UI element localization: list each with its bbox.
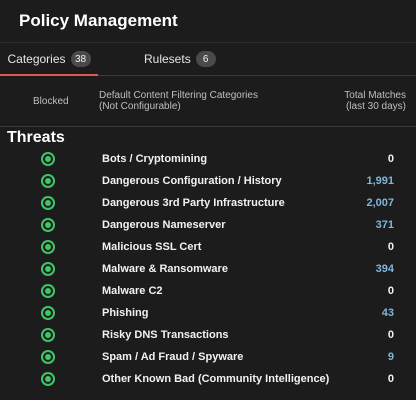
table-row: Other Known Bad (Community Intelligence)… xyxy=(0,368,416,390)
tab-rulesets-count-badge: 6 xyxy=(195,51,216,67)
blocked-status-icon xyxy=(41,328,55,342)
page-title: Policy Management xyxy=(0,0,416,43)
table-row: Malware C2 0 xyxy=(0,280,416,302)
blocked-status-icon xyxy=(41,196,55,210)
category-name: Other Known Bad (Community Intelligence) xyxy=(102,373,330,385)
header-categories-line1: Default Content Filtering Categories xyxy=(99,90,258,101)
blocked-status-icon xyxy=(41,262,55,276)
match-count-link[interactable]: 371 xyxy=(334,219,394,231)
blocked-status-icon xyxy=(41,372,55,386)
table-row: Dangerous Configuration / History 1,991 xyxy=(0,170,416,192)
blocked-status-icon xyxy=(41,152,55,166)
category-list: Bots / Cryptomining 0 Dangerous Configur… xyxy=(0,148,416,390)
table-row: Risky DNS Transactions 0 xyxy=(0,324,416,346)
match-count: 0 xyxy=(387,153,394,165)
category-name: Risky DNS Transactions xyxy=(102,329,229,341)
category-name: Malware C2 xyxy=(102,285,163,297)
header-categories: Default Content Filtering Categories (No… xyxy=(99,90,258,112)
match-count: 0 xyxy=(387,373,394,385)
match-count-link[interactable]: 394 xyxy=(334,263,394,275)
blocked-status-icon xyxy=(41,174,55,188)
table-header: Blocked Default Content Filtering Catego… xyxy=(0,76,416,127)
table-row: Malicious SSL Cert 0 xyxy=(0,236,416,258)
blocked-status-icon xyxy=(41,350,55,364)
blocked-status-icon xyxy=(41,240,55,254)
category-name: Phishing xyxy=(102,307,149,319)
header-blocked: Blocked xyxy=(33,96,69,107)
match-count: 0 xyxy=(387,329,394,341)
match-count-link[interactable]: 9 xyxy=(334,351,394,363)
category-name: Dangerous Nameserver xyxy=(102,219,226,231)
category-name: Spam / Ad Fraud / Spyware xyxy=(102,351,244,363)
category-name: Dangerous 3rd Party Infrastructure xyxy=(102,197,285,209)
header-matches-line2: (last 30 days) xyxy=(345,101,406,112)
tab-rulesets[interactable]: Rulesets 6 xyxy=(144,43,216,75)
match-count-link[interactable]: 43 xyxy=(334,307,394,319)
tab-categories[interactable]: Categories 38 xyxy=(0,43,98,76)
header-matches-line1: Total Matches xyxy=(344,90,406,101)
section-title-threats: Threats xyxy=(7,128,65,146)
category-name: Dangerous Configuration / History xyxy=(102,175,282,187)
tab-bar: Categories 38 Rulesets 6 xyxy=(0,43,416,76)
category-name: Malware & Ransomware xyxy=(102,263,228,275)
header-categories-line2: (Not Configurable) xyxy=(99,101,181,112)
table-row: Spam / Ad Fraud / Spyware 9 xyxy=(0,346,416,368)
match-count: 0 xyxy=(387,241,394,253)
match-count: 0 xyxy=(387,285,394,297)
table-row: Phishing 43 xyxy=(0,302,416,324)
table-row: Dangerous 3rd Party Infrastructure 2,007 xyxy=(0,192,416,214)
category-name: Malicious SSL Cert xyxy=(102,241,202,253)
tab-categories-count-badge: 38 xyxy=(70,51,91,67)
category-name: Bots / Cryptomining xyxy=(102,153,208,165)
table-row: Malware & Ransomware 394 xyxy=(0,258,416,280)
blocked-status-icon xyxy=(41,218,55,232)
match-count-link[interactable]: 1,991 xyxy=(334,175,394,187)
tab-rulesets-label: Rulesets xyxy=(144,52,191,66)
match-count-link[interactable]: 2,007 xyxy=(334,197,394,209)
blocked-status-icon xyxy=(41,284,55,298)
tab-categories-label: Categories xyxy=(7,52,66,66)
header-total-matches: Total Matches (last 30 days) xyxy=(344,90,406,112)
table-row: Bots / Cryptomining 0 xyxy=(0,148,416,170)
blocked-status-icon xyxy=(41,306,55,320)
table-row: Dangerous Nameserver 371 xyxy=(0,214,416,236)
